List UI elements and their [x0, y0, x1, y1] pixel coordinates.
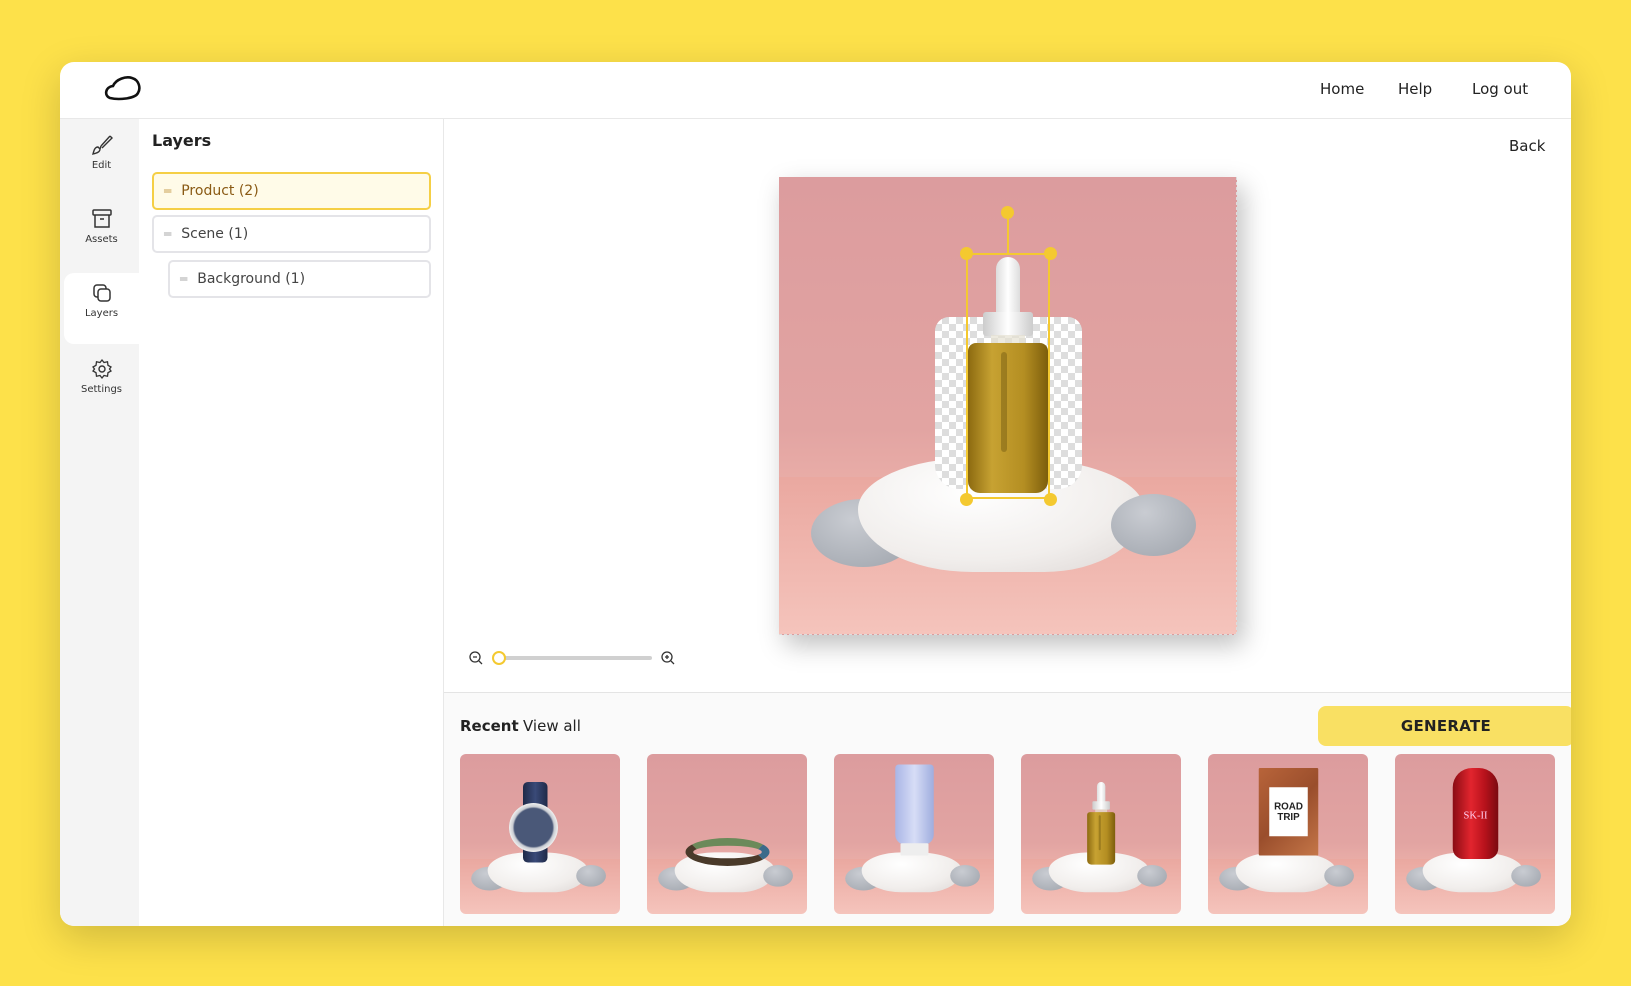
nav-log-out[interactable]: Log out — [1472, 80, 1528, 98]
pebble-right — [950, 864, 980, 887]
resize-handle-tr[interactable] — [1044, 247, 1057, 260]
thumbnail-scene: ROAD TRIP — [1208, 754, 1368, 914]
layer-row-background[interactable]: ═ Background (1) — [168, 260, 431, 298]
pebble-right — [1111, 494, 1196, 556]
watch-face — [509, 803, 558, 852]
pebble-right — [576, 864, 606, 887]
view-all-link[interactable]: View all — [523, 717, 581, 735]
nav-help[interactable]: Help — [1398, 80, 1432, 98]
layers-title: Layers — [152, 131, 212, 150]
rotate-handle[interactable] — [1001, 206, 1014, 219]
top-header: Home Help Log out — [60, 62, 1571, 119]
thumbnail-scene — [1021, 754, 1181, 914]
zoom-slider-track[interactable] — [497, 656, 652, 660]
sidebar-item-edit[interactable]: Edit — [64, 125, 139, 196]
resize-handle-tl[interactable] — [960, 247, 973, 260]
generate-button[interactable]: GENERATE — [1318, 706, 1571, 746]
stone-pedestal — [861, 852, 962, 893]
bracelet — [685, 838, 770, 866]
drag-handle-icon[interactable]: ═ — [180, 272, 187, 286]
thumbnail-scene — [647, 754, 807, 914]
resize-handle-br[interactable] — [1044, 493, 1057, 506]
selection-box — [966, 253, 1050, 499]
pebble-right — [763, 864, 793, 887]
layer-row-product[interactable]: ═ Product (2) — [152, 172, 431, 210]
archive-icon — [91, 209, 112, 228]
thumbnail-scene — [460, 754, 620, 914]
sidebar-item-label: Assets — [85, 234, 118, 245]
recent-thumbnail[interactable] — [460, 754, 620, 914]
layer-label: Background (1) — [197, 271, 306, 287]
thumbnail-scene: SK-II — [1395, 754, 1555, 914]
box-label: ROAD TRIP — [1269, 787, 1308, 837]
recent-thumbnail[interactable] — [834, 754, 994, 914]
recent-thumbnail[interactable] — [647, 754, 807, 914]
gear-icon — [91, 358, 112, 380]
sidebar-item-assets[interactable]: Assets — [64, 199, 139, 270]
cloud-logo-icon[interactable] — [104, 74, 142, 102]
sidebar-item-settings[interactable]: Settings — [64, 349, 139, 420]
rotate-line — [1007, 219, 1009, 253]
recent-tab[interactable]: Recent — [460, 717, 519, 735]
dropper-tube — [1098, 815, 1101, 851]
zoom-in-icon[interactable] — [660, 650, 676, 666]
tube-cap — [900, 843, 929, 856]
stone-pedestal — [1235, 852, 1336, 893]
sidebar-item-label: Edit — [91, 160, 112, 171]
pebble-right — [1511, 864, 1541, 887]
sidebar-item-layers[interactable]: Layers — [64, 273, 139, 344]
brush-icon — [91, 135, 113, 155]
drag-handle-icon[interactable]: ═ — [164, 184, 171, 198]
red-bottle: SK-II — [1452, 768, 1499, 859]
layers-panel: Layers ═ Product (2) ═ Scene (1) ═ Backgrou… — [139, 119, 444, 926]
recent-thumbnail[interactable] — [1021, 754, 1181, 914]
pebble-right — [1324, 864, 1354, 887]
sidebar: Edit Assets Layers Settings — [60, 119, 139, 926]
layer-label: Scene (1) — [181, 226, 249, 242]
resize-handle-bl[interactable] — [960, 493, 973, 506]
pebble-right — [1137, 864, 1167, 887]
recent-thumbnail[interactable]: SK-II — [1395, 754, 1555, 914]
layer-row-scene[interactable]: ═ Scene (1) — [152, 215, 431, 253]
drag-handle-icon[interactable]: ═ — [164, 227, 171, 241]
thumbnail-scene — [834, 754, 994, 914]
layer-label: Product (2) — [181, 183, 259, 199]
back-button[interactable]: Back — [1509, 137, 1545, 155]
sidebar-item-label: Layers — [84, 308, 119, 319]
sidebar-item-label: Settings — [80, 384, 122, 395]
editor-canvas[interactable] — [779, 177, 1237, 635]
zoom-out-icon[interactable] — [468, 650, 484, 666]
app-window: Home Help Log out Edit Assets Layers Set… — [60, 62, 1571, 926]
nav-home[interactable]: Home — [1320, 80, 1364, 98]
zoom-slider-thumb[interactable] — [492, 651, 506, 665]
layers-icon — [92, 284, 111, 302]
tube-body — [895, 764, 934, 845]
oil-bottle-body — [1087, 812, 1116, 865]
recent-panel: Recent View all GENERATE ROAD TRIP SK-II — [444, 692, 1571, 926]
dropper-bulb — [1096, 782, 1106, 803]
recent-thumbnail[interactable]: ROAD TRIP — [1208, 754, 1368, 914]
